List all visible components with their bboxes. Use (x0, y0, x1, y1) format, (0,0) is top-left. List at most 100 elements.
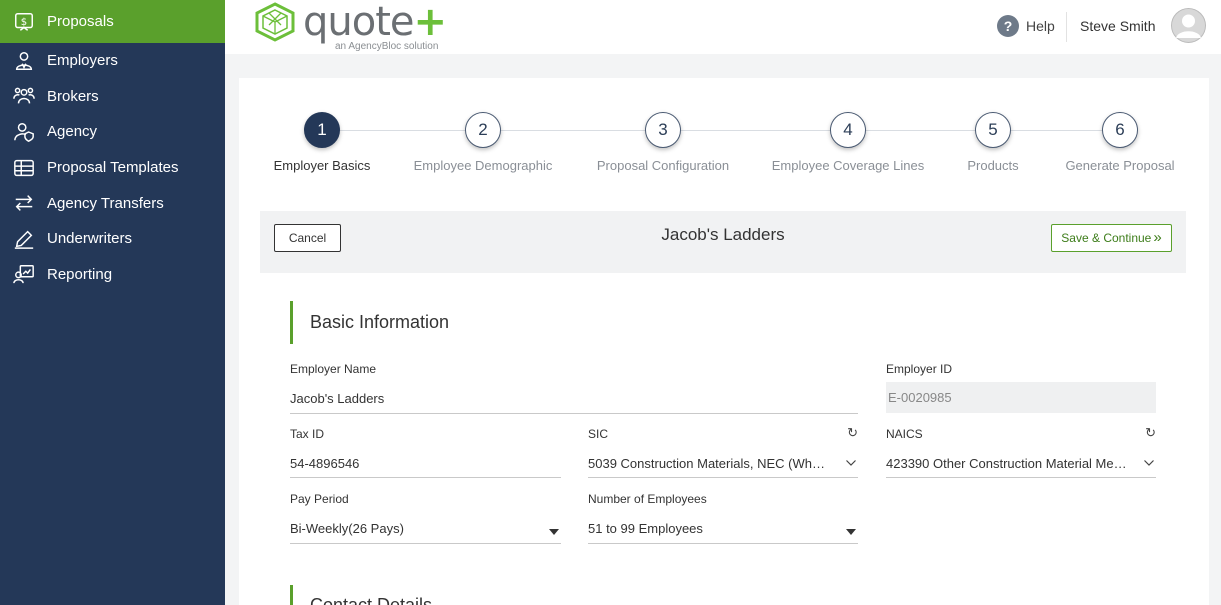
help-question-icon: ? (997, 15, 1019, 37)
field-value-text: Jacob's Ladders (290, 391, 385, 406)
sic-select[interactable]: 5039 Construction Materials, NEC (Wholes… (588, 449, 858, 478)
num-employees-field: Number of Employees 51 to 99 Employees (588, 492, 858, 544)
pay-period-field: Pay Period Bi-Weekly(26 Pays) (290, 492, 561, 544)
section-title-contact-details: Contact Details (310, 595, 433, 605)
naics-refresh-icon[interactable]: ↻ (1145, 425, 1156, 441)
step-number: 2 (465, 112, 501, 148)
chevron-down-icon (846, 460, 856, 466)
step-label: Employee Coverage Lines (771, 158, 925, 173)
naics-field: NAICS ↻ 423390 Other Construction Materi… (886, 425, 1156, 478)
step-employee-demographic[interactable]: 2 Employee Demographic (413, 112, 553, 173)
step-number: 1 (304, 112, 340, 148)
save-continue-label: Save & Continue (1061, 231, 1152, 245)
help-link[interactable]: ? Help (997, 15, 1055, 37)
employer-title: Jacob's Ladders (661, 225, 785, 244)
group-icon (12, 84, 36, 108)
logo-wordmark: quote+ (303, 0, 448, 45)
sidebar-item-reporting[interactable]: Reporting (0, 257, 225, 293)
step-proposal-configuration[interactable]: 3 Proposal Configuration (593, 112, 733, 173)
step-employee-coverage-lines[interactable]: 4 Employee Coverage Lines (768, 112, 928, 173)
help-label: Help (1026, 18, 1055, 34)
tax-id-field: Tax ID 54-4896546 (290, 427, 561, 478)
step-label: Employer Basics (273, 158, 371, 173)
employer-id-input: E-0020985 (886, 382, 1156, 413)
employer-name-field: Employer Name Jacob's Ladders (290, 362, 858, 414)
pencil-icon (12, 227, 36, 251)
field-label: SIC (588, 427, 609, 441)
section-accent-bar (290, 585, 293, 605)
agency-shield-icon (12, 120, 36, 144)
sidebar-item-proposal-templates[interactable]: Proposal Templates (0, 150, 225, 186)
step-label: Employee Demographic (413, 158, 553, 173)
svg-text:$: $ (21, 16, 27, 27)
main-card: 1 Employer Basics 2 Employee Demographic… (239, 78, 1209, 605)
user-name[interactable]: Steve Smith (1080, 18, 1155, 34)
step-label: Products (967, 158, 1019, 173)
field-value-text: 54-4896546 (290, 455, 360, 471)
sidebar-item-label: Proposals (47, 13, 114, 30)
caret-down-icon (549, 528, 559, 535)
field-label: Tax ID (290, 427, 325, 441)
sidebar-item-underwriters[interactable]: Underwriters (0, 221, 225, 257)
step-products[interactable]: 5 Products (953, 112, 1033, 173)
top-header: quote+ an AgencyBloc solution ? Help Ste… (225, 0, 1221, 54)
employer-id-field: Employer ID E-0020985 (886, 362, 1156, 413)
field-label: Employer ID (886, 362, 953, 376)
num-employees-select[interactable]: 51 to 99 Employees (588, 514, 858, 544)
field-label: NAICS (886, 427, 923, 441)
logo-plus: + (413, 0, 448, 45)
caret-down-icon (846, 528, 856, 535)
sic-field: SIC ↻ 5039 Construction Materials, NEC (… (588, 425, 858, 478)
template-grid-icon (12, 156, 36, 180)
sic-refresh-icon[interactable]: ↻ (847, 425, 858, 441)
step-label: Generate Proposal (1065, 158, 1175, 173)
sidebar-item-agency[interactable]: Agency (0, 114, 225, 150)
sidebar-item-label: Proposal Templates (47, 159, 179, 177)
section-accent-bar (290, 301, 293, 344)
field-value-text: 5039 Construction Materials, NEC (Wholes… (588, 455, 830, 471)
user-avatar[interactable] (1171, 8, 1206, 43)
employer-icon (12, 49, 36, 73)
field-label: Pay Period (290, 492, 349, 506)
quote-plus-logo[interactable]: quote+ an AgencyBloc solution (253, 0, 448, 52)
field-label: Number of Employees (588, 492, 707, 506)
sidebar-item-label: Agency Transfers (47, 194, 164, 212)
report-chart-icon (12, 262, 36, 286)
sidebar-item-label: Employers (47, 52, 118, 70)
save-continue-button[interactable]: Save & Continue » (1051, 224, 1172, 252)
avatar-person-icon (1171, 8, 1206, 43)
field-value-text: 423390 Other Construction Material Merch… (886, 455, 1128, 471)
sidebar-item-label: Brokers (47, 87, 99, 105)
pay-period-select[interactable]: Bi-Weekly(26 Pays) (290, 514, 561, 544)
logo-word: quote (303, 0, 415, 45)
sidebar-item-employers[interactable]: Employers (0, 43, 225, 79)
field-label: Employer Name (290, 362, 377, 376)
dollar-doc-icon: $ (12, 10, 36, 34)
step-number: 3 (645, 112, 681, 148)
step-number: 6 (1102, 112, 1138, 148)
sidebar-item-agency-transfers[interactable]: Agency Transfers (0, 185, 225, 221)
logo-cube-icon (255, 2, 295, 42)
proposal-titlebar: Cancel Jacob's Ladders Save & Continue » (260, 211, 1186, 273)
sidebar-item-label: Agency (47, 123, 98, 141)
step-employer-basics[interactable]: 1 Employer Basics (272, 112, 372, 173)
sidebar-item-proposals[interactable]: $ Proposals (0, 0, 225, 43)
employer-name-input[interactable]: Jacob's Ladders (290, 384, 858, 414)
sidebar-item-brokers[interactable]: Brokers (0, 79, 225, 115)
logo-tagline: an AgencyBloc solution (335, 41, 439, 52)
field-value-text: Bi-Weekly(26 Pays) (290, 521, 404, 536)
double-chevron-right-icon: » (1153, 229, 1162, 246)
sidebar-item-label: Reporting (47, 265, 113, 283)
step-label: Proposal Configuration (596, 158, 730, 173)
transfer-arrows-icon (12, 191, 36, 215)
sidebar: $ Proposals Employers Brokers Agency Pro… (0, 0, 225, 605)
field-value-text: 51 to 99 Employees (588, 521, 703, 536)
field-value-text: E-0020985 (888, 390, 952, 405)
section-title-basic-information: Basic Information (310, 312, 450, 332)
step-generate-proposal[interactable]: 6 Generate Proposal (1065, 112, 1175, 173)
sidebar-item-label: Underwriters (47, 230, 133, 248)
step-number: 4 (830, 112, 866, 148)
naics-select[interactable]: 423390 Other Construction Material Merch… (886, 449, 1156, 478)
header-divider (1066, 12, 1067, 42)
tax-id-input[interactable]: 54-4896546 (290, 449, 561, 478)
